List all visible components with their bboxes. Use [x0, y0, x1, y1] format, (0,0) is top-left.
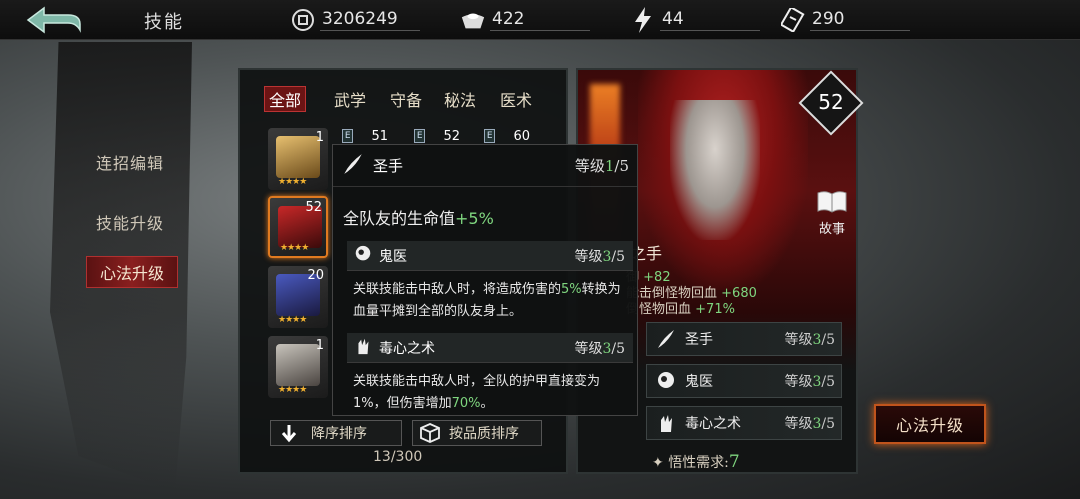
character-level: 52	[818, 90, 844, 114]
tab-secret[interactable]: 秘法	[440, 86, 480, 112]
skill-row-shengshou[interactable]: 圣手 等级3/5	[646, 322, 842, 356]
stat-line: 倒怪物回血 +71%	[626, 302, 735, 317]
card-stars: ★★★★	[278, 315, 307, 325]
story-label[interactable]: 故事	[812, 218, 852, 237]
tooltip-main-effect: 全队友的生命值+5%	[343, 209, 494, 228]
sort-quality-button[interactable]: 按品质排序	[412, 420, 542, 446]
skill-count: 13/300	[373, 449, 423, 465]
equip-badge: E	[484, 129, 496, 143]
ingots-value: 422	[490, 9, 590, 31]
skill-row-duxin[interactable]: 毒心之术 等级3/5	[646, 406, 842, 440]
skill-level: 等级3/5	[784, 374, 835, 390]
tab-defense[interactable]: 守备	[386, 86, 426, 112]
tab-medicine[interactable]: 医术	[496, 86, 536, 112]
down-arrow-icon	[281, 425, 297, 443]
menu-skill-upgrade[interactable]: 技能升级	[96, 210, 164, 234]
portrait	[276, 344, 320, 386]
ghost-doctor-icon	[353, 244, 373, 268]
mini-card-level: 51	[371, 128, 388, 144]
cube-icon	[420, 423, 440, 443]
menu-combo-edit[interactable]: 连招编辑	[96, 150, 164, 174]
card-level: 52	[305, 200, 322, 215]
sort-desc-label: 降序排序	[311, 426, 367, 442]
poison-hand-icon	[353, 336, 373, 360]
sort-quality-label: 按品质排序	[449, 426, 519, 442]
ingot-icon	[460, 7, 486, 33]
skill-name: 鬼医	[685, 374, 713, 390]
card-stars: ★★★★	[278, 177, 307, 187]
skill-level: 等级3/5	[784, 416, 835, 432]
mini-card[interactable]: E 51	[342, 126, 388, 146]
back-arrow-icon	[26, 6, 81, 34]
back-button[interactable]	[22, 4, 86, 36]
mini-card[interactable]: E 52	[414, 126, 460, 146]
tooltip-header: 圣手 等级1/5	[333, 145, 637, 187]
skill-card[interactable]: 20 ★★★★	[268, 266, 328, 328]
tooltip-desc-duxin: 关联技能击中敌人时，全队的护甲直接变为1%，但伤害增加70%。	[353, 374, 601, 411]
lightning-icon	[630, 7, 656, 33]
mini-card-level: 60	[513, 128, 530, 144]
card-stars: ★★★★	[280, 243, 309, 253]
ghost-doctor-icon	[653, 368, 679, 394]
card-level: 1	[315, 338, 324, 353]
skill-row-guiyi[interactable]: 鬼医 等级3/5	[646, 364, 842, 398]
tickets-counter: 290	[780, 6, 910, 34]
skill-name: 圣手	[685, 332, 713, 348]
skill-name: 毒心之术	[685, 416, 741, 432]
card-level: 1	[315, 130, 324, 145]
card-level: 20	[307, 268, 324, 283]
sort-desc-button[interactable]: 降序排序	[270, 420, 402, 446]
upgrade-button[interactable]: 心法升级	[874, 404, 986, 444]
character-art-hair	[670, 100, 760, 240]
skill-level: 等级3/5	[784, 332, 835, 348]
coins-value: 3206249	[320, 9, 420, 31]
tooltip-desc-guiyi: 关联技能击中敌人时，将造成伤害的5%转换为血量平摊到全部的队友身上。	[353, 282, 621, 319]
menu-mind-upgrade[interactable]: 心法升级	[86, 256, 178, 288]
equip-badge: E	[342, 129, 354, 143]
card-stars: ★★★★	[278, 385, 307, 395]
portrait	[276, 136, 320, 178]
skill-tooltip: 圣手 等级1/5 全队友的生命值+5% 鬼医 等级3/5 关联技能击中敌人时，将…	[332, 144, 638, 416]
skill-card[interactable]: 1 ★★★★	[268, 336, 328, 398]
tooltip-sub-guiyi: 鬼医 等级3/5	[347, 241, 633, 271]
skill-card[interactable]: 1 ★★★★	[268, 128, 328, 190]
ingots-counter: 422	[460, 6, 590, 34]
mini-card[interactable]: E 60	[484, 126, 530, 146]
tooltip-sub-duxin: 毒心之术 等级3/5	[347, 333, 633, 363]
tab-all[interactable]: 全部	[264, 86, 307, 112]
tickets-value: 290	[810, 9, 910, 31]
page-title: 技能	[144, 12, 184, 33]
feather-hand-icon	[341, 152, 365, 180]
sparkle-icon: ✦	[652, 455, 664, 471]
coin-icon	[290, 7, 316, 33]
coins-counter: 3206249	[290, 6, 420, 34]
stamina-value: 44	[660, 9, 760, 31]
equip-badge: E	[414, 129, 426, 143]
book-icon[interactable]	[816, 190, 848, 214]
poison-hand-icon	[653, 410, 679, 436]
tooltip-title: 圣手	[373, 157, 404, 175]
skill-card-selected[interactable]: 52 ★★★★	[268, 196, 328, 258]
top-bar: 技能 3206249 422 44 290	[0, 0, 1080, 40]
tooltip-level: 等级1/5	[574, 157, 629, 175]
feather-hand-icon	[653, 326, 679, 352]
mini-card-level: 52	[443, 128, 460, 144]
ticket-icon	[780, 7, 806, 33]
stamina-counter: 44	[630, 6, 760, 34]
comprehension-requirement: ✦ 悟性需求:7	[652, 452, 740, 472]
tab-martial[interactable]: 武学	[330, 86, 370, 112]
